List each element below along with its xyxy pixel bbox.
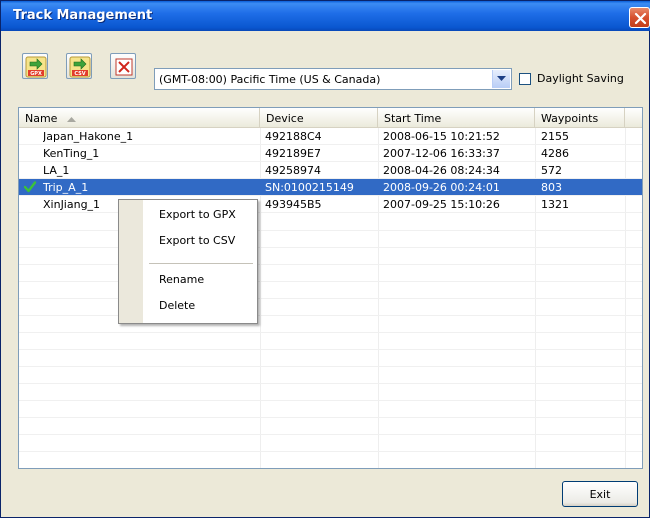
grid-line [19, 281, 642, 282]
cell-start-time: 2008-04-26 08:24:34 [383, 164, 500, 177]
table-row[interactable]: Japan_Hakone_1 492188C4 2008-06-15 10:21… [19, 128, 642, 145]
grid-line [19, 247, 642, 248]
cell-name: LA_1 [43, 164, 70, 177]
cell-waypoints: 2155 [541, 130, 569, 143]
cell-name: Trip_A_1 [43, 181, 89, 194]
cell-waypoints: 803 [541, 181, 562, 194]
column-header-waypoints-label: Waypoints [541, 112, 599, 125]
cell-start-time: 2008-09-26 00:24:01 [383, 181, 500, 194]
column-header-start-time-label: Start Time [384, 112, 442, 125]
cell-device: 493945B5 [265, 198, 322, 211]
sort-ascending-icon [66, 116, 76, 122]
column-header-device-label: Device [266, 112, 304, 125]
grid-line [19, 366, 642, 367]
grid-line [19, 451, 642, 452]
grid-line [19, 349, 642, 350]
chevron-down-icon [497, 76, 506, 81]
timezone-selected-value: (GMT-08:00) Pacific Time (US & Canada) [159, 73, 381, 86]
menu-separator [149, 263, 253, 264]
cell-waypoints: 572 [541, 164, 562, 177]
cell-device: 492189E7 [265, 147, 321, 160]
grid-line [19, 383, 642, 384]
delete-track-toolbar-button[interactable] [110, 53, 136, 79]
export-csv-icon: CSV [69, 56, 91, 78]
grid-line [19, 417, 642, 418]
cell-name: Japan_Hakone_1 [43, 130, 134, 143]
grid-line [19, 230, 642, 231]
cell-waypoints: 4286 [541, 147, 569, 160]
menu-item-export-csv[interactable]: Export to CSV [159, 234, 235, 247]
context-menu: Export to GPX Export to CSV Rename Delet… [118, 199, 258, 324]
grid-line [19, 315, 642, 316]
menu-item-delete[interactable]: Delete [159, 299, 195, 312]
cell-name: KenTing_1 [43, 147, 100, 160]
menu-item-rename[interactable]: Rename [159, 273, 204, 286]
column-header-waypoints[interactable]: Waypoints [535, 108, 625, 128]
column-header-name-label: Name [25, 112, 58, 125]
cell-device: 492188C4 [265, 130, 322, 143]
grid-line [19, 298, 642, 299]
grid-line [19, 264, 642, 265]
column-header-device[interactable]: Device [260, 108, 378, 128]
export-gpx-icon: GPX [25, 56, 47, 78]
export-gpx-toolbar-button[interactable]: GPX [22, 53, 48, 79]
daylight-saving-label: Daylight Saving [537, 72, 624, 85]
timezone-select[interactable]: (GMT-08:00) Pacific Time (US & Canada) [154, 68, 512, 90]
exit-button[interactable]: Exit [562, 481, 638, 507]
cell-start-time: 2007-12-06 16:33:37 [383, 147, 500, 160]
window-title: Track Management [13, 8, 153, 23]
menu-item-export-gpx[interactable]: Export to GPX [159, 208, 236, 221]
cell-device: 49258974 [265, 164, 321, 177]
delete-x-icon [115, 58, 133, 76]
context-menu-icon-strip [119, 200, 143, 323]
grid-line [19, 332, 642, 333]
export-gpx-text: GPX [30, 71, 42, 77]
list-header: Name Device Start Time Waypoints [19, 108, 642, 128]
close-icon [634, 12, 647, 25]
grid-line [19, 434, 642, 435]
track-management-window: Track Management GPX CSV (GMT-08:00) Pac… [0, 0, 650, 518]
cell-device: SN:0100215149 [265, 181, 354, 194]
cell-start-time: 2007-09-25 15:10:26 [383, 198, 500, 211]
daylight-saving-checkbox[interactable] [519, 73, 531, 85]
check-icon [23, 181, 37, 193]
table-row[interactable]: KenTing_1 492189E7 2007-12-06 16:33:37 4… [19, 145, 642, 162]
timezone-dropdown-button[interactable] [492, 70, 510, 88]
table-row[interactable]: XinJiang_1 493945B5 2007-09-25 15:10:26 … [19, 196, 642, 213]
column-header-start-time[interactable]: Start Time [378, 108, 535, 128]
cell-start-time: 2008-06-15 10:21:52 [383, 130, 500, 143]
column-header-name[interactable]: Name [19, 108, 260, 128]
export-csv-toolbar-button[interactable]: CSV [66, 53, 92, 79]
cell-waypoints: 1321 [541, 198, 569, 211]
grid-line [19, 400, 642, 401]
table-row[interactable]: LA_1 49258974 2008-04-26 08:24:34 572 [19, 162, 642, 179]
close-button[interactable] [629, 7, 650, 28]
table-row-selected[interactable]: Trip_A_1 SN:0100215149 2008-09-26 00:24:… [19, 179, 642, 196]
title-bar[interactable]: Track Management [1, 1, 650, 31]
track-list[interactable]: Name Device Start Time Waypoints Japan_H… [18, 107, 643, 469]
export-csv-text: CSV [74, 71, 85, 77]
